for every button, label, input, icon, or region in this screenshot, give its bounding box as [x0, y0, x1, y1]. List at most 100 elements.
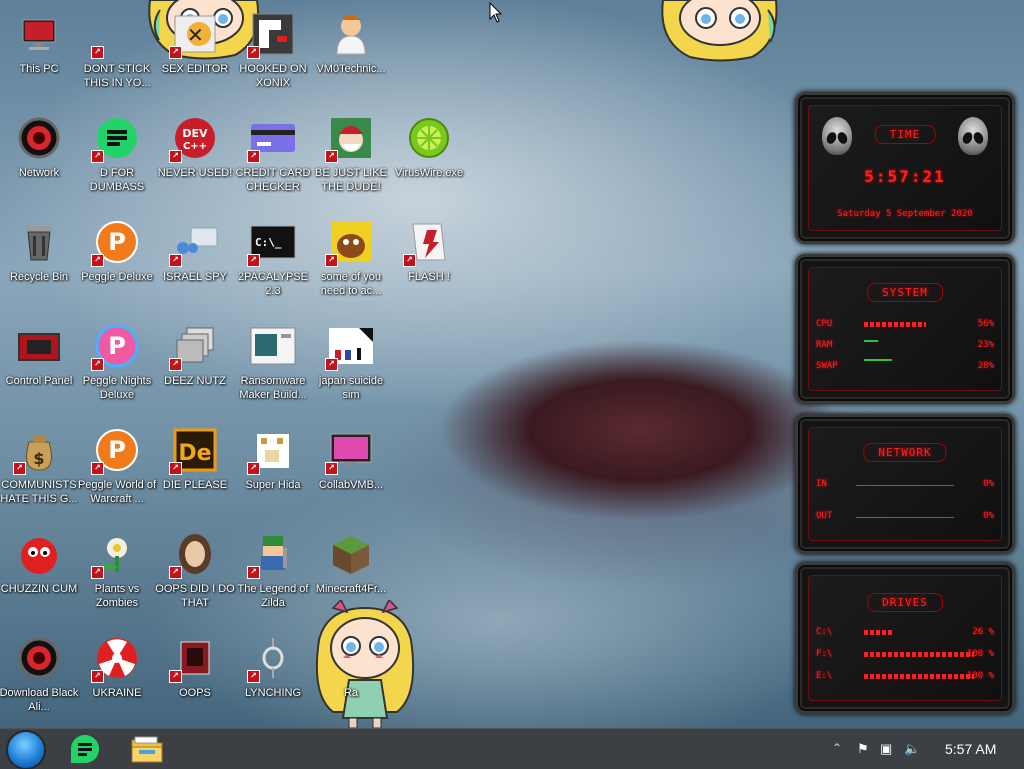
desktop-icon-some-of-you[interactable]: ↗ some of you need to ac... — [312, 212, 390, 316]
network-row-graph — [856, 485, 954, 486]
desktop-icon-chuzzin[interactable]: CHUZZIN CUM — [0, 524, 78, 628]
file-explorer-icon[interactable] — [130, 733, 164, 765]
shortcut-arrow-icon: ↗ — [325, 462, 338, 475]
shortcut-arrow-icon: ↗ — [91, 462, 104, 475]
network-row: IN 0% — [816, 479, 994, 491]
shortcut-arrow-icon: ↗ — [169, 358, 182, 371]
system-title: SYSTEM — [867, 283, 943, 302]
drives-row-bar — [864, 652, 974, 657]
desktop-icon-deez-nutz[interactable]: ↗ DEEZ NUTZ — [156, 316, 234, 420]
desktop-icon-vm0technic[interactable]: VM0Technic... — [312, 4, 390, 108]
desktop-icon-label: 2PACALYPSE 2.3 — [238, 271, 308, 297]
deez-nutz-icon: ↗ — [169, 322, 219, 371]
shortcut-arrow-icon: ↗ — [91, 566, 104, 579]
chevron-up-icon[interactable]: ⌃ — [832, 741, 842, 755]
desktop-icon-label: FLASH ! — [408, 271, 450, 283]
desktop-icon-be-just-like-the-dude[interactable]: ↗ BE JUST LIKE THE DUDE! — [312, 108, 390, 212]
desktop-icon-die-please[interactable]: De ↗ DIE PLEASE — [156, 420, 234, 524]
drives-row-key: C:\ — [816, 627, 833, 637]
system-panel: SYSTEM CPU 56% RAM 23% SWAP 28% — [795, 254, 1015, 404]
taskbar-clock[interactable]: 5:57 AM — [945, 741, 996, 757]
desktop-icon-label: VM0Technic... — [316, 63, 386, 75]
desktop-icon-label: DIE PLEASE — [162, 479, 228, 491]
desktop-icon-label: OOPS DID I DO THAT — [155, 583, 235, 609]
some-of-you-icon: ↗ — [325, 218, 375, 267]
shortcut-arrow-icon: ↗ — [247, 46, 260, 59]
desktop-icon-flash[interactable]: ↗ FLASH ! — [390, 212, 468, 316]
desktop-icon-viruswire[interactable]: VirusWire.exe — [390, 108, 468, 212]
desktop-icon-label: Minecraft4Fr... — [315, 583, 387, 595]
japan-suicide-sim-icon: ↗ — [325, 322, 375, 371]
desktop-icon-download-black-ali[interactable]: Download Black Ali... — [0, 628, 78, 732]
shortcut-arrow-icon: ↗ — [169, 254, 182, 267]
flag-icon[interactable]: ⚑ — [857, 741, 869, 757]
drives-title: DRIVES — [867, 593, 943, 612]
desktop-icon-label: Recycle Bin — [9, 271, 69, 283]
desktop-icon-collabvm[interactable]: ↗ CollabVMB... — [312, 420, 390, 524]
system-row-key: CPU — [816, 319, 833, 329]
desktop-icon-hooked-on-xonix[interactable]: ↗ HOOKED ON XONIX — [234, 4, 312, 108]
shortcut-arrow-icon: ↗ — [247, 566, 260, 579]
desktop-icon-communists[interactable]: $ ↗ COMMUNISTS HATE THIS G... — [0, 420, 78, 524]
die-please-icon: De ↗ — [169, 426, 219, 475]
desktop-icon-never-used[interactable]: DEV C++ ↗ NEVER USED! — [156, 108, 234, 212]
desktop-icon-ransomware-maker[interactable]: Ransomware Maker Build... — [234, 316, 312, 420]
svg-text:C++: C++ — [183, 141, 207, 152]
desktop-icon-label: COMMUNISTS HATE THIS G... — [0, 479, 78, 505]
desktop-icon-this-pc[interactable]: This PC — [0, 4, 78, 108]
system-row: RAM 23% — [816, 340, 994, 352]
network-row-graph — [856, 517, 954, 518]
desktop-icon-oops[interactable]: ↗ OOPS — [156, 628, 234, 732]
desktop-icon-2pacalypse[interactable]: C:\_ ↗ 2PACALYPSE 2.3 — [234, 212, 312, 316]
shortcut-arrow-icon: ↗ — [325, 358, 338, 371]
desktop-icon-plants-vs-zombies[interactable]: ↗ Plants vs Zombies — [78, 524, 156, 628]
drives-panel: DRIVES C:\ 26 % F:\ 100 % E:\ 100 % — [795, 562, 1015, 714]
desktop-icon-oops-did-i[interactable]: ↗ OOPS DID I DO THAT — [155, 524, 235, 628]
desktop-icon-super-hida[interactable]: ↗ Super Hida — [234, 420, 312, 524]
desktop-icon-label: CREDIT CARD CHECKER — [235, 167, 311, 193]
shortcut-arrow-icon: ↗ — [325, 150, 338, 163]
legend-of-zilda-icon: ↗ — [247, 530, 297, 579]
svg-text:✕: ✕ — [187, 23, 204, 47]
shortcut-arrow-icon: ↗ — [169, 462, 182, 475]
shortcut-arrow-icon: ↗ — [325, 254, 338, 267]
desktop-icon-control-panel[interactable]: Control Panel — [0, 316, 78, 420]
desktop-icon-israel-spy[interactable]: ↗ ISRAEL SPY — [156, 212, 234, 316]
start-button[interactable] — [8, 732, 44, 768]
desktop-icon-minecraft[interactable]: Minecraft4Fr... — [312, 524, 390, 628]
be-just-like-the-dude-icon: ↗ — [325, 114, 375, 163]
desktop-icon-recycle-bin[interactable]: Recycle Bin — [0, 212, 78, 316]
desktop-icon-peggle-deluxe[interactable]: P ↗ Peggle Deluxe — [78, 212, 156, 316]
desktop-icon-dont-stick[interactable]: ↗ DONT STICK THIS IN YO... — [78, 4, 156, 108]
desktop-icon-label: Download Black Ali... — [0, 687, 79, 713]
shortcut-arrow-icon: ↗ — [91, 254, 104, 267]
taskbar-app-green-icon[interactable] — [68, 733, 102, 765]
desktop-icon-label: Peggle World of Warcraft ... — [77, 479, 157, 505]
desktop-icon-d-for-dumbass[interactable]: ↗ D FOR DUMBASS — [78, 108, 156, 212]
system-row-value: 23% — [977, 340, 994, 350]
desktop-icon-network[interactable]: Network — [0, 108, 78, 212]
volume-icon[interactable]: 🔈 — [904, 741, 920, 757]
system-row-value: 28% — [977, 361, 994, 371]
desktop-icon-peggle-wow[interactable]: P ↗ Peggle World of Warcraft ... — [78, 420, 156, 524]
desktop-icon-ukraine[interactable]: ↗ UKRAINE — [78, 628, 156, 732]
desktop-icon-sex-editor[interactable]: ✕ ↗ SEX EDITOR — [156, 4, 234, 108]
network-icon[interactable]: ▣ — [880, 741, 892, 757]
desktop-icon-japan-suicide-sim[interactable]: ↗ japan suicide sim — [312, 316, 390, 420]
drives-row-key: F:\ — [816, 649, 833, 659]
desktop-icon-ra-partial[interactable]: Ra — [312, 628, 390, 732]
desktop-icon-legend-of-zilda[interactable]: ↗ The Legend of Zilda — [234, 524, 312, 628]
shortcut-arrow-icon: ↗ — [247, 150, 260, 163]
plants-vs-zombies-icon: ↗ — [91, 530, 141, 579]
desktop-icon-lynching[interactable]: ↗ LYNCHING — [234, 628, 312, 732]
system-row-bar — [864, 340, 878, 342]
desktop-icon-peggle-nights[interactable]: P ↗ Peggle Nights Deluxe — [78, 316, 156, 420]
lynching-icon: ↗ — [247, 634, 297, 683]
desktop-icon-label: Ransomware Maker Build... — [239, 375, 307, 401]
desktop-icon-credit-card-checker[interactable]: ↗ CREDIT CARD CHECKER — [234, 108, 312, 212]
system-row-value: 56% — [977, 319, 994, 329]
svg-text:P: P — [108, 332, 126, 360]
desktop-icon-label: Network — [18, 167, 60, 179]
desktop-icon-label: Peggle Nights Deluxe — [82, 375, 152, 401]
network-icon — [15, 114, 63, 162]
